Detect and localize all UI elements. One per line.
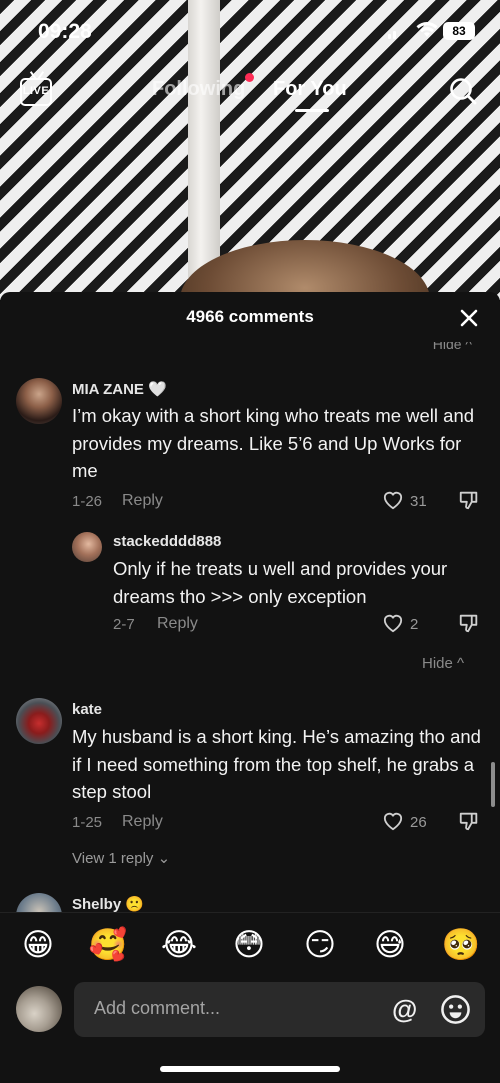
top-navigation: LIVE Following For You	[0, 70, 500, 114]
view-replies-label: View 1 reply	[72, 850, 154, 867]
comment-date: 1-26	[72, 493, 103, 510]
status-time: 09:28	[38, 20, 92, 43]
reply-button[interactable]: Reply	[122, 492, 163, 510]
hide-replies-link[interactable]: Hide ^	[433, 342, 472, 352]
view-replies-link[interactable]: View 1 reply ⌄	[72, 849, 170, 867]
comment-input-placeholder: Add comment...	[94, 998, 221, 1018]
avatar[interactable]	[16, 698, 62, 744]
quick-emoji-bar: 😁 🥰 😂 😳 😏 😅 🥺	[0, 912, 500, 978]
dislike-icon[interactable]	[458, 810, 480, 832]
reply-date: 2-7	[113, 616, 135, 633]
reply-text: Only if he treats u well and provides yo…	[113, 558, 448, 607]
comment-text: My husband is a short king. He’s amazing…	[72, 726, 481, 802]
emoji-sweat-smile[interactable]: 😅	[370, 925, 410, 965]
close-icon[interactable]	[457, 306, 481, 330]
like-count: 26	[410, 814, 427, 831]
like-count: 31	[410, 493, 427, 510]
notification-dot	[245, 73, 254, 82]
avatar[interactable]	[16, 893, 62, 912]
dislike-icon[interactable]	[458, 612, 480, 634]
search-icon[interactable]	[449, 77, 477, 105]
heart-icon[interactable]	[382, 811, 404, 831]
tab-for-you[interactable]: For You	[273, 78, 347, 101]
dislike-icon[interactable]	[458, 489, 480, 511]
reply-button[interactable]: Reply	[122, 813, 163, 831]
comment-input[interactable]: Add comment... @	[74, 982, 485, 1037]
comment-text: I’m okay with a short king who treats me…	[72, 405, 475, 481]
comment-date: 1-25	[72, 814, 103, 831]
emoji-pleading[interactable]: 🥺	[441, 925, 481, 965]
emoji-grin[interactable]: 😁	[18, 925, 58, 965]
emoji-picker-icon[interactable]	[440, 994, 471, 1025]
avatar[interactable]	[72, 532, 102, 562]
emoji-smirk[interactable]: 😏	[300, 925, 340, 965]
comments-sheet: 4966 comments Hide ^ MIA ZANE 🤍 I’m okay…	[0, 292, 500, 1083]
like-count: 2	[410, 616, 419, 633]
hide-label: Hide	[432, 342, 462, 352]
avatar[interactable]	[16, 378, 62, 424]
scrollbar[interactable]	[491, 762, 495, 807]
hide-replies-link[interactable]: Hide ^	[422, 655, 464, 672]
cellular-signal-icon	[388, 27, 400, 39]
heart-icon[interactable]	[382, 490, 404, 510]
emoji-joy[interactable]: 😂	[159, 925, 199, 965]
mention-icon[interactable]: @	[392, 994, 417, 1025]
live-icon[interactable]: LIVE	[20, 78, 52, 106]
emoji-smiling-hearts[interactable]: 🥰	[88, 925, 128, 965]
comment-username[interactable]: MIA ZANE 🤍	[72, 380, 167, 398]
tab-following[interactable]: Following	[152, 78, 245, 101]
wifi-icon	[416, 22, 438, 43]
heart-icon[interactable]	[382, 613, 404, 633]
comments-list: Hide ^ MIA ZANE 🤍 I’m okay with a short …	[0, 342, 500, 912]
comment-username[interactable]: kate	[72, 701, 102, 718]
comment-input-row: Add comment... @	[0, 982, 500, 1038]
comments-header: 4966 comments	[0, 292, 500, 342]
battery-icon: 83	[443, 22, 475, 40]
avatar[interactable]	[16, 986, 62, 1032]
comment-username[interactable]: Shelby 🙁	[72, 895, 144, 912]
home-indicator[interactable]	[160, 1066, 340, 1072]
status-bar: 09:28 83	[0, 0, 500, 60]
reply-username[interactable]: stackedddd888	[113, 533, 221, 550]
comment-count: 4966 comments	[186, 307, 314, 326]
active-tab-indicator	[295, 109, 329, 112]
reply-button[interactable]: Reply	[157, 615, 198, 633]
emoji-flushed[interactable]: 😳	[229, 925, 269, 965]
hide-label: Hide	[422, 655, 453, 672]
